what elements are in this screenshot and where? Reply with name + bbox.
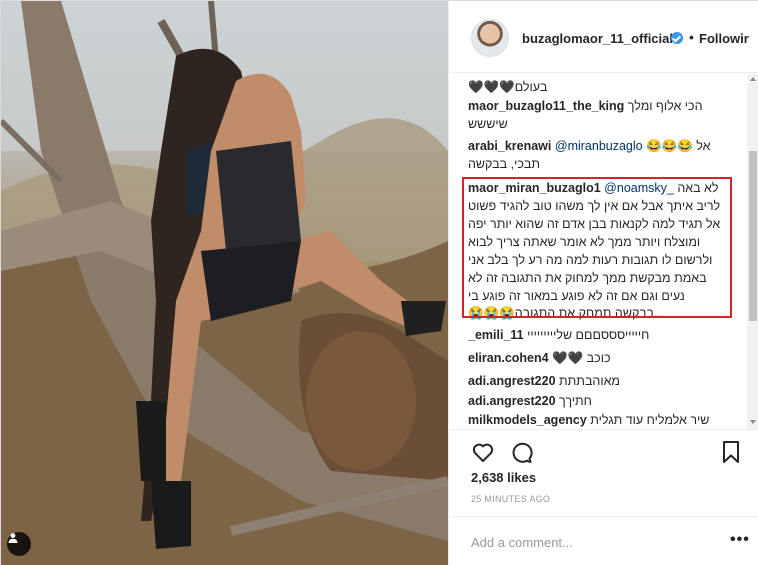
scroll-down-arrow-icon[interactable] <box>750 420 756 424</box>
likes-count[interactable]: 2,638 likes <box>471 470 536 485</box>
comment-username[interactable]: _emili_11 <box>468 328 524 342</box>
user-silhouette <box>8 533 18 543</box>
comment-item: חיייייסססםםם שלייייייייי _emili_11 <box>468 326 730 344</box>
user-tag-icon[interactable] <box>7 532 31 556</box>
comment-mention[interactable]: @miranbuzaglo <box>555 139 643 153</box>
comment-item: מאוהבתתת adi.angrest220 <box>468 372 730 390</box>
post-frame: buzaglomaor_11_official • Followir בעולם… <box>0 0 758 565</box>
comment-text: חיייייסססםםם שלייייייייי <box>527 328 650 342</box>
comment-item: הכי אלוף ומלך maor_buzaglo11_the_king <box>468 97 730 115</box>
comment-item: כוכב 🖤🖤 eliran.cohen4 <box>468 349 730 367</box>
author-username[interactable]: buzaglomaor_11_official <box>522 31 673 46</box>
comment-username[interactable]: maor_buzaglo11_the_king <box>468 99 624 113</box>
header-separator: • <box>689 29 694 45</box>
comment-text: תבכי, בבקשה <box>468 157 540 171</box>
comment-text: שיר אלמליח עוד תגלית <box>590 413 710 427</box>
comment-item: שיר אלמליח עוד תגלית milkmodels_agency <box>468 411 730 429</box>
photo-illustration <box>1 1 448 565</box>
post-header: buzaglomaor_11_official • Followir <box>449 1 758 73</box>
post-photo[interactable] <box>1 1 448 565</box>
comment-text: מאוהבתתת <box>559 374 621 388</box>
comment-username[interactable]: adi.angrest220 <box>468 394 556 408</box>
scrollbar-thumb[interactable] <box>749 151 757 321</box>
comment-text: חתיךך <box>559 394 592 408</box>
comment-username[interactable]: arabi_krenawi <box>468 139 551 153</box>
bookmark-icon[interactable] <box>721 440 741 464</box>
comment-text: בעולם🖤🖤🖤 <box>468 80 548 94</box>
comment-item-continued: תבכי, בבקשה <box>468 155 730 173</box>
follow-button[interactable]: Followir <box>699 31 749 46</box>
comment-item-continued: שיששש <box>468 115 730 133</box>
comment-item: אל 😂😂😂 @miranbuzaglo arabi_krenawi <box>468 137 730 155</box>
comment-username[interactable]: eliran.cohen4 <box>468 351 549 365</box>
verified-icon <box>671 32 683 44</box>
comment-item: בעולם🖤🖤🖤 <box>468 78 730 96</box>
comments-list[interactable]: בעולם🖤🖤🖤 הכי אלוף ומלך maor_buzaglo11_th… <box>449 74 758 429</box>
post-timestamp[interactable]: 25 MINUTES AGO <box>471 494 550 504</box>
post-side-panel: buzaglomaor_11_official • Followir בעולם… <box>448 1 758 565</box>
scroll-up-arrow-icon[interactable] <box>750 77 756 81</box>
comment-text: שיששש <box>468 117 508 131</box>
heart-icon[interactable] <box>471 440 495 464</box>
comment-icon[interactable] <box>509 440 533 464</box>
comment-text: הכי אלוף ומלך <box>627 99 703 113</box>
comment-item: חתיךך adi.angrest220 <box>468 392 730 410</box>
comment-username[interactable]: adi.angrest220 <box>468 374 556 388</box>
more-options-button[interactable]: ••• <box>730 531 750 549</box>
add-comment-bar: ••• <box>449 516 758 565</box>
comment-username[interactable]: milkmodels_agency <box>468 413 587 427</box>
comment-text: כוכב 🖤🖤 <box>552 351 611 365</box>
comment-input[interactable] <box>471 532 711 552</box>
comment-text: אל 😂😂😂 <box>646 139 711 153</box>
author-avatar[interactable] <box>471 19 509 57</box>
highlight-box <box>462 177 732 318</box>
